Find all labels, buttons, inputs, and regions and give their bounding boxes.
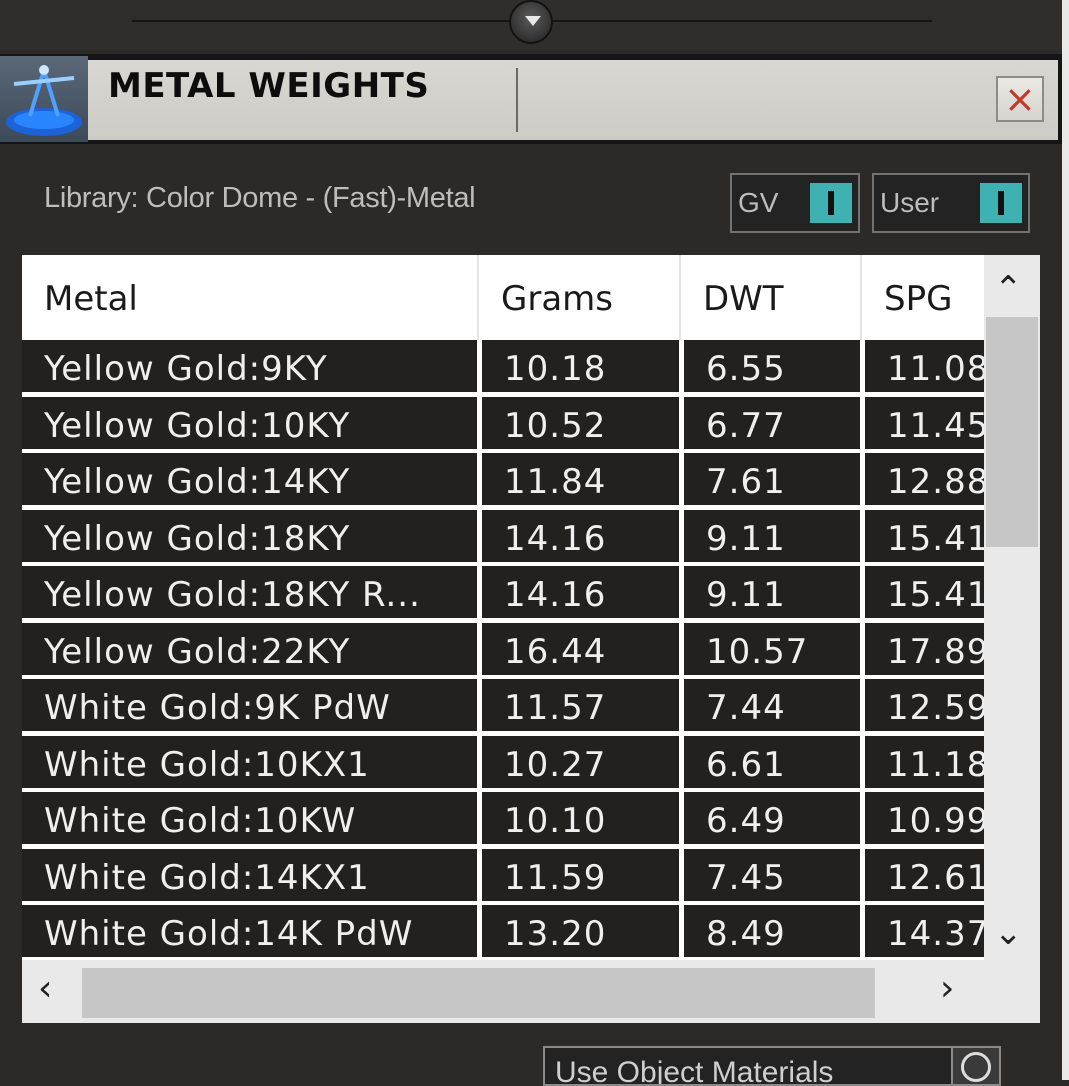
cell-dwt: 6.55: [684, 340, 860, 392]
cell-spg: 15.41: [865, 509, 984, 562]
cell-metal: Yellow Gold:18KY: [22, 509, 477, 562]
column-header-metal[interactable]: Metal: [22, 255, 479, 340]
column-header-grams[interactable]: Grams: [479, 255, 681, 340]
cell-grams: 10.52: [482, 396, 679, 449]
title-separator: [516, 68, 518, 132]
cell-grams: 11.59: [482, 848, 679, 901]
cell-dwt: 7.44: [684, 679, 860, 731]
cell-metal: Yellow Gold:14KY: [22, 453, 477, 505]
table-row[interactable]: Yellow Gold:22KY 16.44 10.57 17.89: [22, 622, 984, 680]
cell-metal: Yellow Gold:18KY R...: [22, 566, 477, 618]
cell-metal: White Gold:9K PdW: [22, 679, 477, 731]
panel-title: METAL WEIGHTS: [108, 66, 430, 106]
cell-dwt: 9.11: [684, 566, 860, 618]
title-plate: METAL WEIGHTS ×: [88, 60, 1058, 140]
use-object-materials-text: Use Object Materials: [555, 1056, 834, 1086]
cell-dwt: 6.61: [684, 735, 860, 788]
close-button[interactable]: ×: [996, 76, 1044, 122]
table-row[interactable]: Yellow Gold:10KY 10.52 6.77 11.45: [22, 396, 984, 454]
search-icon: [961, 1052, 991, 1082]
cell-metal: White Gold:10KW: [22, 792, 477, 844]
table-body: Yellow Gold:9KY 10.18 6.55 11.08 Yellow Gold…: [22, 340, 984, 960]
cell-metal: White Gold:14KX1: [22, 848, 477, 901]
horizontal-scroll-thumb[interactable]: [82, 968, 875, 1018]
cell-spg: 17.89: [865, 622, 984, 675]
table-row[interactable]: White Gold:9K PdW 11.57 7.44 12.59: [22, 679, 984, 736]
search-button[interactable]: [951, 1048, 999, 1084]
column-header-dwt[interactable]: DWT: [681, 255, 862, 340]
chevron-right-icon[interactable]: ›: [940, 968, 954, 1009]
use-object-materials-field[interactable]: Use Object Materials: [543, 1046, 1001, 1086]
cell-metal: White Gold:10KX1: [22, 735, 477, 788]
cell-dwt: 7.45: [684, 848, 860, 901]
cell-spg: 12.59: [865, 679, 984, 731]
window-edge: [1062, 0, 1069, 1080]
table-row[interactable]: White Gold:14KX1 11.59 7.45 12.61: [22, 848, 984, 906]
table-row[interactable]: Yellow Gold:18KY R... 14.16 9.11 15.41: [22, 566, 984, 623]
table-row[interactable]: White Gold:14K PdW 13.20 8.49 14.37: [22, 905, 984, 960]
table-row[interactable]: White Gold:10KW 10.10 6.49 10.99: [22, 792, 984, 849]
cell-spg: 11.18: [865, 735, 984, 788]
gv-toggle[interactable]: GV: [730, 173, 860, 233]
chevron-down-icon: [525, 16, 541, 26]
gv-toggle-label: GV: [738, 187, 779, 218]
cell-grams: 14.16: [482, 566, 679, 618]
cell-grams: 14.16: [482, 509, 679, 562]
scale-icon: [0, 56, 88, 142]
chevron-down-icon[interactable]: ⌄: [994, 913, 1023, 953]
cell-grams: 16.44: [482, 622, 679, 675]
user-toggle-label: User: [880, 187, 940, 218]
cell-spg: 12.88: [865, 453, 984, 505]
cell-metal: Yellow Gold:10KY: [22, 396, 477, 449]
cell-dwt: 6.49: [684, 792, 860, 844]
close-icon: ×: [1004, 77, 1036, 121]
user-toggle-knob: [980, 183, 1022, 223]
user-toggle[interactable]: User: [872, 173, 1030, 233]
cell-grams: 13.20: [482, 905, 679, 957]
vertical-scroll-thumb[interactable]: [986, 317, 1038, 547]
table-header: Metal Grams DWT SPG: [22, 255, 984, 340]
cell-spg: 15.41: [865, 566, 984, 618]
cell-grams: 10.10: [482, 792, 679, 844]
cell-spg: 11.08: [865, 340, 984, 392]
cell-metal: White Gold:14K PdW: [22, 905, 477, 957]
cell-dwt: 7.61: [684, 453, 860, 505]
table-row[interactable]: Yellow Gold:18KY 14.16 9.11 15.41: [22, 509, 984, 567]
table-row[interactable]: Yellow Gold:14KY 11.84 7.61 12.88: [22, 453, 984, 510]
cell-grams: 10.27: [482, 735, 679, 788]
top-splitter: [0, 0, 1062, 50]
cell-spg: 12.61: [865, 848, 984, 901]
chevron-left-icon[interactable]: ‹: [38, 968, 52, 1009]
horizontal-scrollbar[interactable]: ‹ ›: [22, 960, 1040, 1023]
cell-dwt: 8.49: [684, 905, 860, 957]
table-row[interactable]: White Gold:10KX1 10.27 6.61 11.18: [22, 735, 984, 793]
cell-grams: 11.57: [482, 679, 679, 731]
cell-dwt: 10.57: [684, 622, 860, 675]
column-header-spg[interactable]: SPG: [862, 255, 984, 340]
cell-spg: 10.99: [865, 792, 984, 844]
cell-grams: 10.18: [482, 340, 679, 392]
panel-title-bar: METAL WEIGHTS ×: [0, 54, 1062, 144]
chevron-up-icon[interactable]: ⌃: [994, 269, 1023, 309]
cell-dwt: 6.77: [684, 396, 860, 449]
cell-spg: 14.37: [865, 905, 984, 957]
cell-grams: 11.84: [482, 453, 679, 505]
metal-weights-table: Metal Grams DWT SPG Yellow Gold:9KY 10.18…: [22, 255, 1040, 1023]
cell-dwt: 9.11: [684, 509, 860, 562]
table-row[interactable]: Yellow Gold:9KY 10.18 6.55 11.08: [22, 340, 984, 397]
gv-toggle-knob: [810, 183, 852, 223]
cell-metal: Yellow Gold:9KY: [22, 340, 477, 392]
collapse-button[interactable]: [509, 0, 553, 44]
vertical-scrollbar[interactable]: ⌃ ⌄: [984, 255, 1040, 960]
cell-spg: 11.45: [865, 396, 984, 449]
library-label: Library: Color Dome - (Fast)-Metal: [44, 182, 476, 214]
cell-metal: Yellow Gold:22KY: [22, 622, 477, 675]
